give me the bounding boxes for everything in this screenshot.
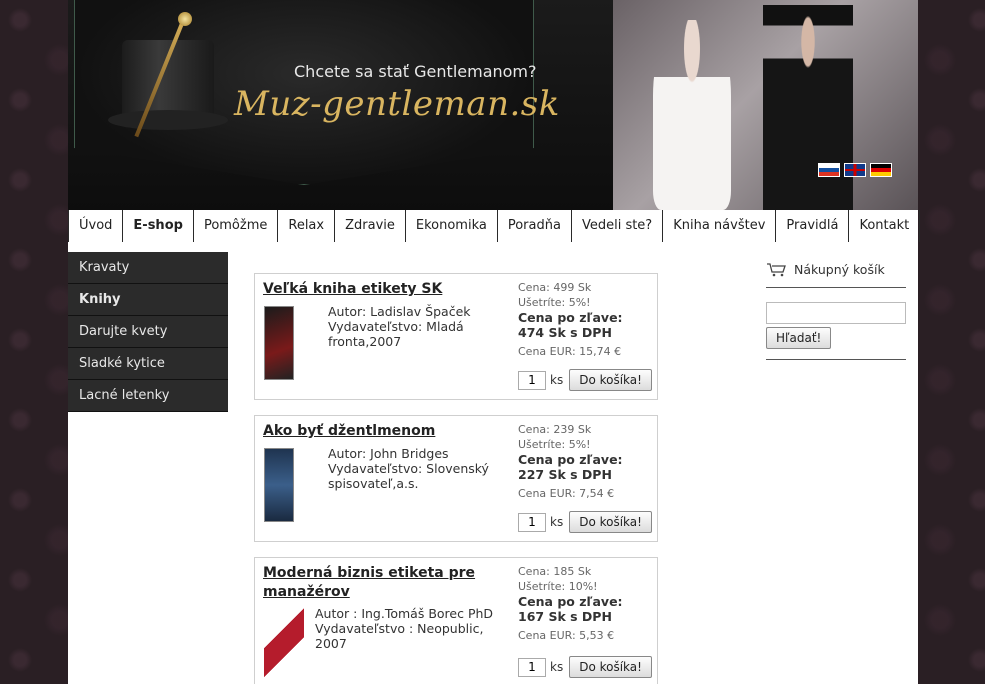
price-eur: Cena EUR: 7,54 € <box>518 487 615 500</box>
price-discount-label: Cena po zľave: <box>518 310 623 325</box>
slovak-flag-icon[interactable] <box>818 163 840 177</box>
product-card: Ako byť džentlmenom Autor: John Bridges … <box>254 415 658 542</box>
nav-item-ekonomika[interactable]: Ekonomika <box>406 210 498 242</box>
unit-label: ks <box>550 515 564 529</box>
search-input[interactable] <box>766 302 906 324</box>
nav-item-kontakt[interactable]: Kontakt <box>849 210 921 242</box>
divider <box>766 359 906 360</box>
groom-figure <box>763 5 853 210</box>
book-cover-image[interactable] <box>264 306 294 380</box>
nav-item-pravidla[interactable]: Pravidlá <box>776 210 850 242</box>
product-publisher: Vydavateľstvo: Mladá <box>328 319 464 334</box>
quantity-input[interactable] <box>518 370 546 390</box>
add-to-cart-row: ks Do košíka! <box>518 369 652 391</box>
product-publisher-cont: fronta,2007 <box>328 334 402 349</box>
sidebar-item-knihy[interactable]: Knihy <box>68 284 228 316</box>
header: Chcete sa stať Gentlemanom? Muz-gentlema… <box>68 0 918 210</box>
price-savings: Ušetríte: 5%! <box>518 296 591 309</box>
product-title-line: Moderná biznis etiketa pre <box>263 565 476 581</box>
nav-item-poradna[interactable]: Poradňa <box>498 210 572 242</box>
sidebar-item-darujte-kvety[interactable]: Darujte kvety <box>68 316 228 348</box>
product-author: Autor: John Bridges <box>328 446 449 461</box>
site-logo[interactable]: Muz-gentleman.sk <box>234 84 560 124</box>
page: Chcete sa stať Gentlemanom? Muz-gentlema… <box>68 0 921 684</box>
bride-figure <box>653 20 731 210</box>
content-area: Kravaty Knihy Darujte kvety Sladké kytic… <box>68 242 918 684</box>
price-original: Cena: 185 Sk <box>518 565 592 578</box>
nav-item-uvod[interactable]: Úvod <box>68 210 124 242</box>
add-to-cart-row: ks Do košíka! <box>518 511 652 533</box>
product-meta: Autor: John Bridges Vydavateľstvo: Slove… <box>328 446 503 491</box>
tagline: Chcete sa stať Gentlemanom? <box>294 62 537 81</box>
product-price-block: Cena: 499 Sk Ušetríte: 5%! Cena po zľave… <box>518 280 656 359</box>
product-price-block: Cena: 239 Sk Ušetríte: 5%! Cena po zľave… <box>518 422 656 501</box>
product-meta: Autor : Ing.Tomáš Borec PhD Vydavateľstv… <box>315 606 505 651</box>
product-author: Autor: Ladislav Špaček <box>328 304 471 319</box>
price-savings: Ušetríte: 5%! <box>518 438 591 451</box>
price-discount-value: 227 Sk s DPH <box>518 467 612 482</box>
shopping-cart-icon <box>766 262 788 277</box>
product-publisher: Vydavateľstvo: Slovenský <box>328 461 489 476</box>
product-title[interactable]: Ako byť džentlmenom <box>263 422 503 441</box>
price-discount-label: Cena po zľave: <box>518 594 623 609</box>
sidebar-item-sladke-kytice[interactable]: Sladké kytice <box>68 348 228 380</box>
search-button[interactable]: Hľadať! <box>766 327 832 349</box>
price-savings: Ušetríte: 10%! <box>518 580 598 593</box>
header-photo <box>613 0 918 210</box>
product-publisher: Vydavateľstvo : Neopublic, <box>315 621 484 636</box>
cart-title: Nákupný košík <box>794 262 885 277</box>
product-title[interactable]: Moderná biznis etiketa pre manažérov <box>263 564 503 602</box>
nav-item-relax[interactable]: Relax <box>278 210 336 242</box>
add-to-cart-row: ks Do košíka! <box>518 656 652 678</box>
category-sidebar: Kravaty Knihy Darujte kvety Sladké kytic… <box>68 252 228 412</box>
unit-label: ks <box>550 660 564 674</box>
nav-item-kniha-navstev[interactable]: Kniha návštev <box>663 210 777 242</box>
cart-panel: Nákupný košík Hľadať! <box>766 262 906 360</box>
product-publisher-cont: spisovateľ,a.s. <box>328 476 419 491</box>
cane-knob-icon <box>178 12 192 26</box>
product-meta: Autor: Ladislav Špaček Vydavateľstvo: Ml… <box>328 304 503 349</box>
book-cover-image[interactable] <box>264 608 304 683</box>
english-flag-icon[interactable] <box>844 163 866 177</box>
product-price-block: Cena: 185 Sk Ušetríte: 10%! Cena po zľav… <box>518 564 656 643</box>
add-to-cart-button[interactable]: Do košíka! <box>569 369 652 391</box>
price-eur: Cena EUR: 5,53 € <box>518 629 615 642</box>
german-flag-icon[interactable] <box>870 163 892 177</box>
quantity-input[interactable] <box>518 657 546 677</box>
price-eur: Cena EUR: 15,74 € <box>518 345 622 358</box>
logo-panel: Chcete sa stať Gentlemanom? Muz-gentlema… <box>68 0 613 210</box>
add-to-cart-button[interactable]: Do košíka! <box>569 656 652 678</box>
price-discount-value: 167 Sk s DPH <box>518 609 612 624</box>
product-title-line: manažérov <box>263 584 350 600</box>
sidebar-item-lacne-letenky[interactable]: Lacné letenky <box>68 380 228 412</box>
product-card: Veľká kniha etikety SK Autor: Ladislav Š… <box>254 273 658 400</box>
product-card: Moderná biznis etiketa pre manažérov Aut… <box>254 557 658 684</box>
language-flags <box>818 163 892 177</box>
quantity-input[interactable] <box>518 512 546 532</box>
nav-item-eshop[interactable]: E-shop <box>123 210 194 242</box>
product-list: Veľká kniha etikety SK Autor: Ladislav Š… <box>254 273 658 684</box>
nav-item-vedeli-ste[interactable]: Vedeli ste? <box>572 210 664 242</box>
product-publisher-cont: 2007 <box>315 636 347 651</box>
add-to-cart-button[interactable]: Do košíka! <box>569 511 652 533</box>
price-original: Cena: 499 Sk <box>518 281 592 294</box>
price-original: Cena: 239 Sk <box>518 423 592 436</box>
product-title[interactable]: Veľká kniha etikety SK <box>263 280 503 299</box>
unit-label: ks <box>550 373 564 387</box>
product-author: Autor : Ing.Tomáš Borec PhD <box>315 606 494 621</box>
price-discount-label: Cena po zľave: <box>518 452 623 467</box>
book-cover-image[interactable] <box>264 448 294 522</box>
main-nav: Úvod E-shop Pomôžme Relax Zdravie Ekonom… <box>68 210 921 242</box>
nav-item-pomozme[interactable]: Pomôžme <box>194 210 279 242</box>
sidebar-item-kravaty[interactable]: Kravaty <box>68 252 228 284</box>
cart-header[interactable]: Nákupný košík <box>766 262 906 288</box>
price-discount-value: 474 Sk s DPH <box>518 325 612 340</box>
nav-item-zdravie[interactable]: Zdravie <box>335 210 406 242</box>
